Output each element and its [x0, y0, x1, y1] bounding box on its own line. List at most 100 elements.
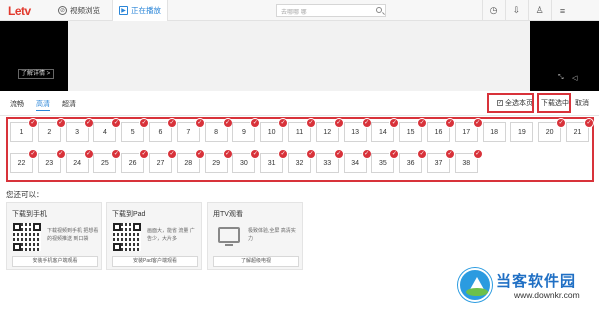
episode-number: 38	[462, 160, 471, 167]
install-pad-button[interactable]: 安装Pad客户端观看	[112, 256, 198, 267]
episode-item[interactable]: 7 ✓	[176, 118, 205, 142]
tab-video-browse[interactable]: ⊘ 视频浏览	[52, 0, 106, 21]
user-icon: ♙	[535, 5, 544, 15]
episode-number: 24	[73, 160, 81, 167]
check-icon: ✓	[83, 118, 94, 128]
episode-item[interactable]: 11 ✓	[288, 118, 316, 142]
episode-item[interactable]: 35 ✓	[371, 149, 400, 173]
check-icon: ✓	[445, 149, 455, 159]
episode-item[interactable]: 36 ✓	[399, 149, 428, 173]
episode-item[interactable]: 30 ✓	[232, 149, 261, 173]
search-input[interactable]: 去哪哪 哪	[276, 4, 386, 17]
tv-icon	[218, 227, 240, 246]
episode-item[interactable]: 26 ✓	[121, 149, 150, 173]
highlight-download-selected	[537, 93, 571, 113]
episode-item[interactable]: 25 ✓	[93, 149, 122, 173]
episode-item[interactable]: 31 ✓	[260, 149, 289, 173]
history-button[interactable]: ◷	[482, 0, 504, 21]
episode-item[interactable]: 1 ✓	[10, 118, 38, 142]
section-heading: 您还可以：	[6, 190, 44, 199]
episode-number: 15	[406, 129, 415, 136]
episode-number: 30	[239, 160, 248, 167]
episode-item[interactable]: 33 ✓	[315, 149, 344, 173]
check-icon: ✓	[194, 118, 205, 128]
install-phone-button[interactable]: 安装手机客户端观看	[12, 256, 98, 267]
episode-number: 26	[128, 160, 137, 167]
episode-number: 25	[100, 160, 109, 167]
quality-option-smooth[interactable]: 流畅	[10, 99, 24, 109]
episode-item[interactable]: 9 ✓	[232, 118, 261, 142]
search-icon[interactable]	[376, 7, 382, 13]
learn-tv-button[interactable]: 了解超级电视	[213, 256, 299, 267]
quality-option-hd[interactable]: 高清	[36, 99, 50, 111]
clock-icon: ◷	[489, 5, 498, 15]
card-tv: 用TV观看 极致体验,全屏 高清实力 了解超级电视	[207, 202, 303, 270]
check-icon: ✓	[472, 149, 483, 159]
episode-item[interactable]: 29 ✓	[204, 149, 233, 173]
episode-item[interactable]: 27 ✓	[149, 149, 177, 173]
card-desc: 画面大，能省 流量 广告少，大片多	[147, 228, 195, 242]
episode-item[interactable]: 34 ✓	[343, 149, 372, 173]
episode-item[interactable]: 10 ✓	[260, 118, 289, 142]
watermark-name: 当客软件园	[496, 273, 577, 290]
episode-item[interactable]: 15 ✓	[399, 118, 428, 142]
episode-number: 34	[351, 160, 359, 167]
check-icon: ✓	[194, 149, 205, 159]
detail-button[interactable]: 了解详情 >	[18, 69, 54, 79]
cancel-button[interactable]: 取消	[575, 98, 589, 108]
card-title: 下载到Pad	[112, 211, 146, 218]
volume-icon[interactable]: ◁	[572, 74, 577, 82]
episode-item[interactable]: 28 ✓	[176, 149, 205, 173]
episode-number: 14	[378, 129, 387, 136]
episode-item[interactable]: 18	[482, 122, 506, 142]
episode-item[interactable]: 12 ✓	[315, 118, 344, 142]
check-icon: ✓	[28, 149, 38, 159]
episode-item[interactable]: 6 ✓	[149, 118, 177, 142]
card-title: 用TV观看	[213, 211, 243, 218]
check-icon: ✓	[361, 118, 372, 128]
episode-item[interactable]: 22 ✓	[10, 149, 38, 173]
episode-item[interactable]: 13 ✓	[343, 118, 372, 142]
episode-item[interactable]: 2 ✓	[37, 118, 66, 142]
episode-item[interactable]: 37 ✓	[427, 149, 455, 173]
episode-item[interactable]: 17 ✓	[454, 118, 483, 142]
shrink-icon[interactable]: ⤡	[558, 74, 564, 82]
episode-number: 37	[434, 160, 443, 167]
check-icon: ✓	[55, 118, 66, 128]
check-icon: ✓	[83, 149, 94, 159]
tab-now-playing[interactable]: ▶ 正在播放	[112, 0, 168, 21]
episode-number: 9	[241, 129, 246, 136]
episode-item[interactable]: 4 ✓	[93, 118, 122, 142]
episode-item[interactable]: 16 ✓	[427, 118, 455, 142]
check-icon: ✓	[306, 118, 316, 128]
episode-item[interactable]: 3 ✓	[65, 118, 94, 142]
episode-item[interactable]: 5 ✓	[121, 118, 150, 142]
quality-option-superhd[interactable]: 超清	[62, 99, 76, 109]
title-bar: Letv ⊘ 视频浏览 ▶ 正在播放 去哪哪 哪 ◷ ⇩ ♙ ≡	[0, 0, 599, 21]
episode-item[interactable]: 14 ✓	[371, 118, 400, 142]
watermark-url: www.downkr.com	[514, 290, 580, 300]
episode-number: 12	[323, 129, 332, 136]
card-phone: 下载到手机 下载视频到手机 把想看的视频推送 到口袋 安装手机客户端观看	[6, 202, 102, 270]
play-icon: ▶	[119, 6, 128, 15]
episode-item[interactable]: 21 ✓	[566, 118, 594, 142]
check-icon: ✓	[333, 118, 344, 128]
episode-item[interactable]: 23 ✓	[37, 149, 66, 173]
card-desc: 极致体验,全屏 高清实力	[248, 228, 296, 242]
user-button[interactable]: ♙	[528, 0, 550, 21]
episode-item[interactable]: 8 ✓	[204, 118, 233, 142]
episode-number: 6	[158, 129, 163, 136]
episode-item[interactable]: 19	[510, 122, 534, 142]
video-player[interactable]: 了解详情 > ⤡ ◁	[0, 21, 599, 91]
video-frame	[68, 21, 530, 91]
episode-number: 11	[295, 129, 304, 136]
episode-item[interactable]: 24 ✓	[65, 149, 94, 173]
letv-logo: Letv	[8, 4, 31, 18]
episode-number: 3	[75, 129, 80, 136]
episode-item[interactable]: 32 ✓	[288, 149, 316, 173]
episode-item[interactable]: 38 ✓	[454, 149, 483, 173]
episode-item[interactable]: 20 ✓	[538, 118, 567, 142]
download-manager-button[interactable]: ⇩	[505, 0, 527, 21]
check-icon: ✓	[472, 118, 483, 128]
settings-button[interactable]: ≡	[551, 0, 573, 21]
